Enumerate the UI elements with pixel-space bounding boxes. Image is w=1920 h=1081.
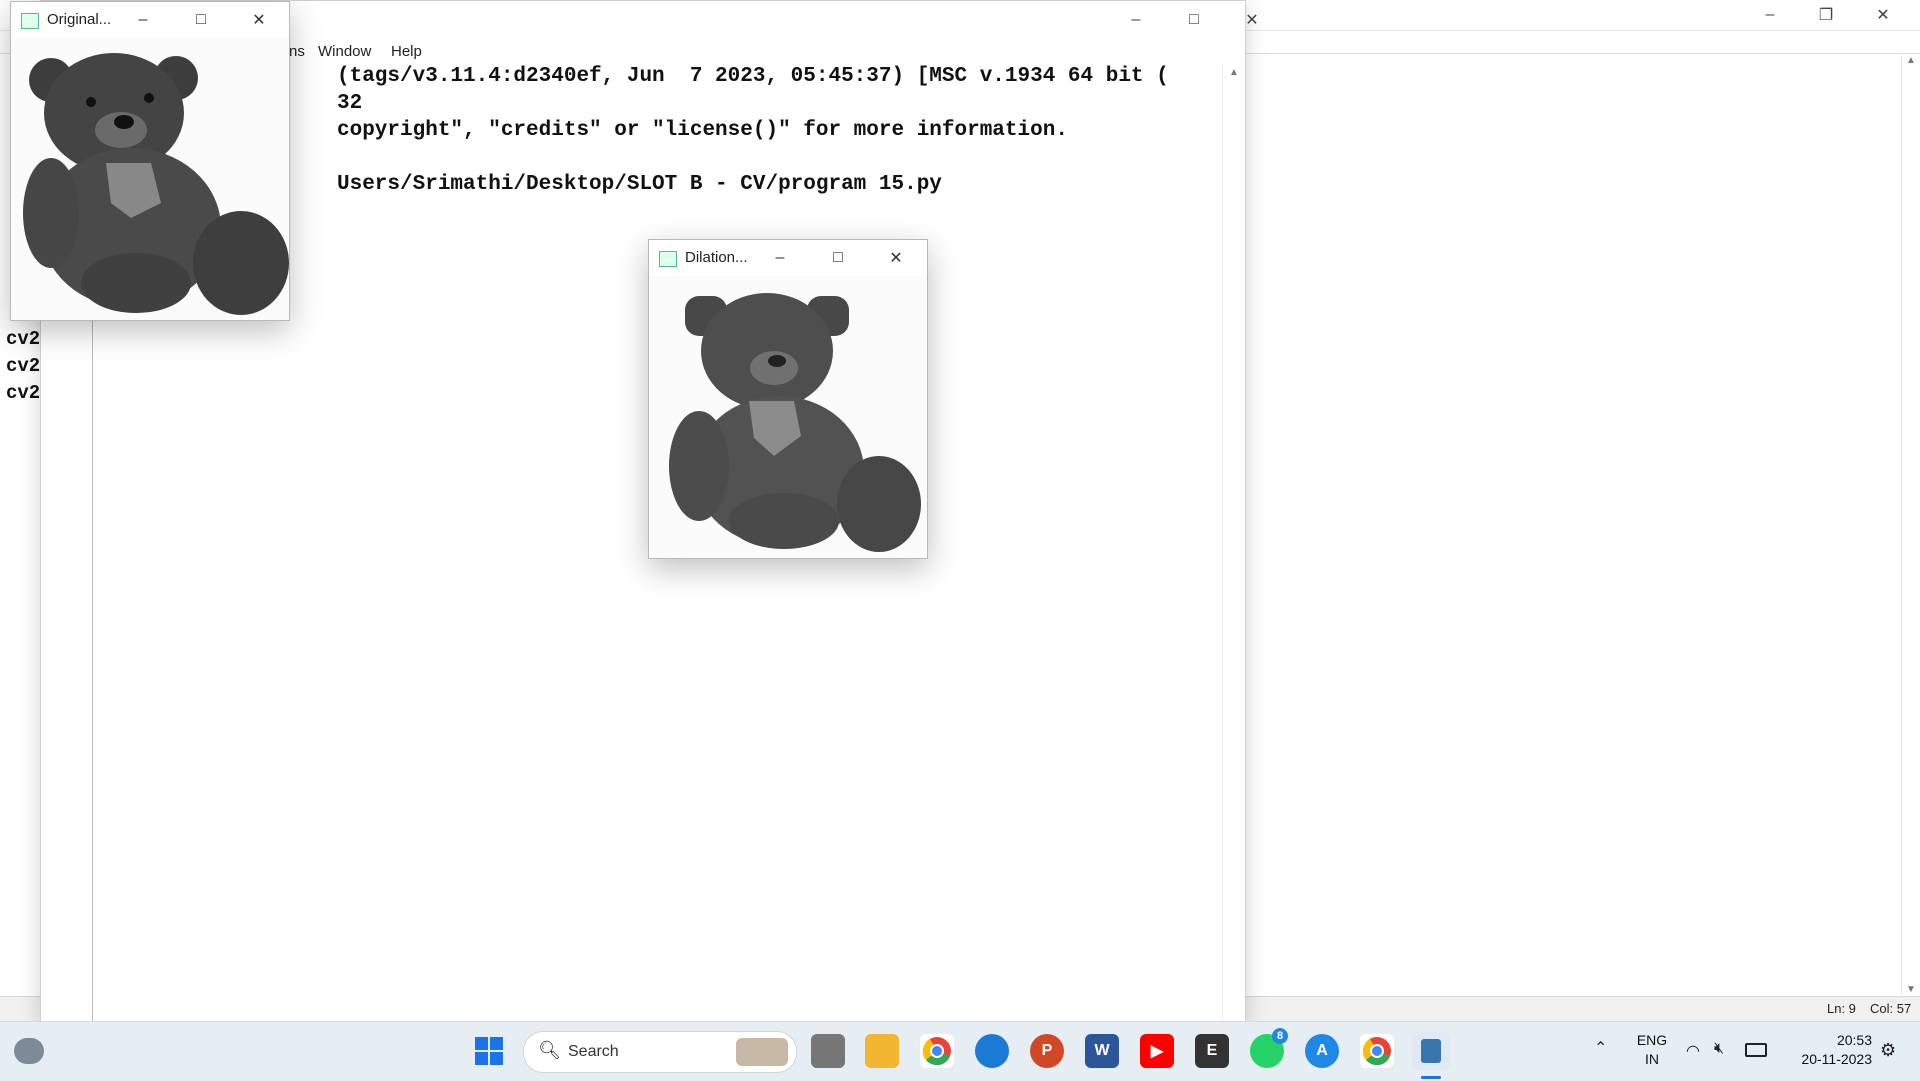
close-icon[interactable]: ✕ [237,5,281,35]
powerpoint-icon[interactable]: P [1030,1034,1064,1068]
file-explorer-icon[interactable] [865,1034,899,1068]
dilation-titlebar: Dilation... – □ ✕ [649,240,927,276]
dilation-image-window[interactable]: Dilation... – □ ✕ [648,239,928,559]
dilation-title: Dilation... [685,249,748,266]
youtube-icon[interactable]: ▶ [1140,1034,1174,1068]
minimize-icon[interactable]: – [1747,0,1793,30]
shell-line-version: (tags/v3.11.4:d2340ef, Jun 7 2023, 05:45… [337,65,1169,88]
original-image-window[interactable]: Original... – □ ✕ [10,1,290,321]
restore-icon[interactable]: ❐ [1803,0,1849,30]
taskbar-search-box[interactable]: 🔍︎ Search [523,1031,797,1073]
maximize-icon[interactable]: □ [1171,5,1217,35]
teddy-bear-image [23,53,289,315]
notification-icon[interactable]: ⚙ [1880,1040,1896,1061]
menu-help[interactable]: Help [391,43,422,60]
epic-games-icon[interactable]: E [1195,1034,1229,1068]
wifi-icon[interactable]: ◠ [1686,1041,1700,1061]
code-fragment: cv2 [6,382,41,404]
chrome-profile-icon[interactable] [1360,1034,1394,1068]
search-icon: 🔍︎ [538,1040,561,1060]
maximize-icon[interactable]: □ [179,5,223,35]
language-bottom[interactable]: IN [1634,1051,1670,1067]
menu-window[interactable]: Window [318,43,371,60]
minimize-icon[interactable]: – [121,5,165,35]
close-icon[interactable]: ✕ [1229,5,1275,35]
opencv-window-icon [21,13,39,29]
battery-icon[interactable] [1745,1043,1767,1057]
original-titlebar: Original... – □ ✕ [11,2,289,38]
background-editor-scrollbar[interactable]: ▲ ▼ [1901,55,1920,995]
python-idle-icon[interactable] [1412,1032,1450,1070]
edge-icon[interactable] [975,1034,1009,1068]
active-app-indicator [1421,1076,1441,1079]
app-store-icon[interactable]: A [1305,1034,1339,1068]
code-fragment: cv2 [6,328,41,350]
language-top[interactable]: ENG [1634,1032,1670,1048]
chevron-up-icon[interactable]: ⌃ [1594,1038,1607,1058]
task-view-icon[interactable] [811,1034,845,1068]
volume-muted-icon[interactable]: 🔇︎ [1714,1040,1724,1058]
taskbar: 🔍︎ Search P W ▶ E 8 A ⌃ ENG IN ◠ 🔇︎ 20:5… [0,1021,1920,1081]
teddy-bear-dilated-image [669,293,921,552]
scroll-up-icon[interactable]: ▲ [1229,67,1239,78]
clock-time[interactable]: 20:53 [1782,1032,1872,1048]
maximize-icon[interactable]: □ [816,243,860,273]
chrome-icon[interactable] [920,1034,954,1068]
whatsapp-icon[interactable]: 8 [1250,1028,1288,1068]
shell-line-help: copyright", "credits" or "license()" for… [337,119,1068,142]
code-fragment: cv2 [6,355,41,377]
minimize-icon[interactable]: – [758,243,802,273]
opencv-window-icon [659,251,677,267]
minimize-icon[interactable]: – [1113,5,1159,35]
whatsapp-badge: 8 [1272,1028,1288,1044]
status-col: Col: 57 [1870,1001,1912,1016]
dilation-image [649,276,927,558]
search-highlight-image [736,1038,788,1066]
menu-options[interactable]: ns [289,43,305,60]
word-icon[interactable]: W [1085,1034,1119,1068]
scroll-down-icon[interactable]: ▼ [1906,984,1916,995]
status-line: Ln: 9 [1827,1001,1856,1016]
clock-date[interactable]: 20-11-2023 [1782,1051,1872,1067]
shell-scrollbar[interactable]: ▲ [1222,63,1245,1021]
original-title: Original... [47,11,112,28]
shell-line-restart-path: Users/Srimathi/Desktop/SLOT B - CV/progr… [337,173,942,196]
close-icon[interactable]: ✕ [1860,0,1906,30]
close-icon[interactable]: ✕ [874,243,918,273]
original-image [11,38,289,320]
weather-icon[interactable] [14,1038,44,1064]
shell-line-platform: 32 [337,92,363,115]
search-label: Search [568,1043,619,1060]
scroll-up-icon[interactable]: ▲ [1906,55,1916,66]
windows-start-icon[interactable] [472,1034,506,1068]
